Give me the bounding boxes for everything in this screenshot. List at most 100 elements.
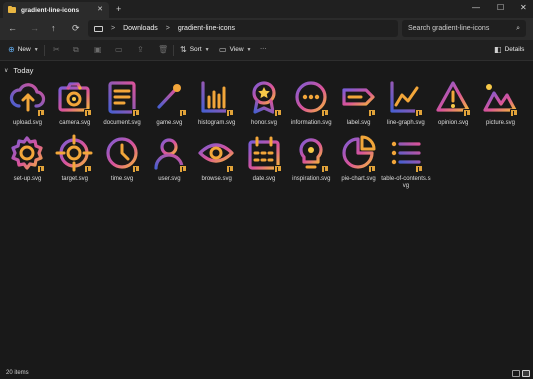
large-icons-view-toggle-icon[interactable] [522, 370, 530, 377]
file-name: pie-chart.svg [341, 176, 376, 182]
file-name: camera.svg [59, 120, 91, 126]
file-type-badge-icon [320, 165, 329, 173]
details-button[interactable]: ◧ Details [494, 45, 524, 54]
file-name: opinion.svg [438, 120, 469, 126]
group-label: Today [13, 66, 34, 75]
chevron-down-icon: ▼ [246, 46, 252, 53]
breadcrumb-downloads[interactable]: Downloads [123, 25, 158, 32]
more-options-button[interactable]: ··· [260, 45, 267, 52]
chevron-down-icon: ▼ [204, 46, 210, 53]
file-name: inspiration.svg [292, 176, 331, 182]
scissors-icon: ✂ [53, 45, 60, 54]
new-tab-button[interactable]: + [116, 4, 121, 14]
file-type-badge-icon [273, 165, 282, 173]
tab-gradient-line-icons[interactable]: gradient-line-icons ✕ [3, 2, 109, 18]
file-item[interactable]: set-up.svg [4, 134, 51, 196]
view-label: View [229, 46, 244, 53]
sort-button[interactable]: ⇅ Sort ▼ [180, 45, 210, 54]
file-type-badge-icon [273, 109, 282, 117]
share-button[interactable]: ⇪ [137, 45, 144, 54]
trash-icon: 🗑 [158, 45, 169, 54]
details-view-toggle-icon[interactable] [512, 370, 520, 377]
refresh-button[interactable]: ⟳ [72, 23, 80, 34]
search-input[interactable]: Search gradient-line-icons ⌕ [402, 20, 526, 37]
file-item[interactable]: picture.svg [477, 78, 524, 140]
paste-button[interactable]: ▣ [94, 45, 102, 54]
view-button[interactable]: ▭ View ▼ [219, 45, 252, 54]
breadcrumb-current-folder[interactable]: gradient-line-icons [178, 25, 235, 32]
tab-title: gradient-line-icons [21, 6, 80, 14]
up-button[interactable]: ↑ [51, 23, 56, 33]
tab-close-icon[interactable]: ✕ [97, 5, 103, 13]
forward-button[interactable]: → [30, 23, 39, 33]
clipboard-icon: ▣ [94, 45, 102, 54]
file-item[interactable]: time.svg [99, 134, 146, 196]
cut-button[interactable]: ✂ [53, 45, 60, 54]
file-type-badge-icon [37, 165, 45, 173]
close-window-button[interactable]: ✕ [520, 3, 527, 12]
file-type-badge-icon [226, 165, 235, 173]
file-type-badge-icon [131, 109, 140, 117]
file-type-badge-icon [131, 165, 140, 173]
plus-circle-icon: ⊕ [8, 45, 15, 54]
breadcrumb-separator: > [111, 25, 116, 32]
this-pc-icon [94, 25, 103, 32]
minimize-button[interactable]: — [472, 3, 480, 12]
file-name: honor.svg [250, 120, 278, 126]
divider [173, 45, 174, 56]
file-name: set-up.svg [13, 176, 42, 182]
file-type-badge-icon [226, 109, 235, 117]
file-item[interactable]: inspiration.svg [288, 134, 335, 196]
file-item[interactable]: upload.svg [4, 78, 51, 140]
view-icon: ▭ [219, 45, 227, 54]
file-name: time.svg [110, 176, 134, 182]
item-count: 20 items [6, 370, 29, 376]
sort-label: Sort [189, 46, 202, 53]
group-header-today[interactable]: ∨ Today [4, 66, 33, 75]
file-item[interactable]: histogram.svg [193, 78, 240, 140]
file-name: picture.svg [485, 120, 515, 126]
file-name: histogram.svg [198, 120, 236, 126]
folder-icon [8, 6, 16, 13]
file-type-badge-icon [510, 109, 518, 117]
address-bar[interactable]: > Downloads > gradient-line-icons [88, 20, 398, 37]
file-item[interactable]: document.svg [99, 78, 146, 140]
file-item[interactable]: line-graph.svg [382, 78, 429, 140]
file-type-badge-icon [178, 165, 187, 173]
file-type-badge-icon [178, 109, 187, 117]
file-item[interactable]: camera.svg [51, 78, 98, 140]
sort-icon: ⇅ [180, 45, 187, 54]
file-type-badge-icon [320, 109, 329, 117]
rename-button[interactable]: ▭ [115, 45, 123, 54]
file-name: upload.svg [12, 120, 43, 126]
back-button[interactable]: ← [8, 23, 17, 33]
file-name: label.svg [346, 120, 371, 126]
address-row: ← → ↑ ⟳ > Downloads > gradient-line-icon… [0, 18, 533, 40]
file-item[interactable]: information.svg [288, 78, 335, 140]
file-type-badge-icon [84, 165, 93, 173]
file-item[interactable]: opinion.svg [430, 78, 477, 140]
file-item[interactable]: label.svg [335, 78, 382, 140]
copy-icon: ⧉ [73, 45, 79, 54]
file-item[interactable]: game.svg [146, 78, 193, 140]
file-type-badge-icon [462, 109, 471, 117]
file-item[interactable]: user.svg [146, 134, 193, 196]
file-item[interactable]: honor.svg [241, 78, 288, 140]
file-item[interactable]: target.svg [51, 134, 98, 196]
file-item[interactable]: pie-chart.svg [335, 134, 382, 196]
file-item[interactable]: table-of-contents.svg [381, 134, 431, 196]
maximize-button[interactable]: ☐ [497, 3, 504, 12]
file-item[interactable]: date.svg [241, 134, 288, 196]
share-icon: ⇪ [137, 45, 144, 54]
file-name: line-graph.svg [387, 120, 425, 126]
file-type-badge-icon [37, 109, 45, 117]
chevron-down-icon: ▼ [33, 46, 39, 53]
new-button[interactable]: ⊕ New ▼ [8, 45, 39, 54]
copy-button[interactable]: ⧉ [73, 45, 79, 55]
file-name: information.svg [290, 120, 332, 126]
file-name: user.svg [158, 176, 181, 182]
file-item[interactable]: browse.svg [193, 134, 240, 196]
status-bar: 20 items [0, 368, 533, 379]
details-label: Details [504, 46, 525, 53]
delete-button[interactable]: 🗑 [158, 45, 168, 54]
